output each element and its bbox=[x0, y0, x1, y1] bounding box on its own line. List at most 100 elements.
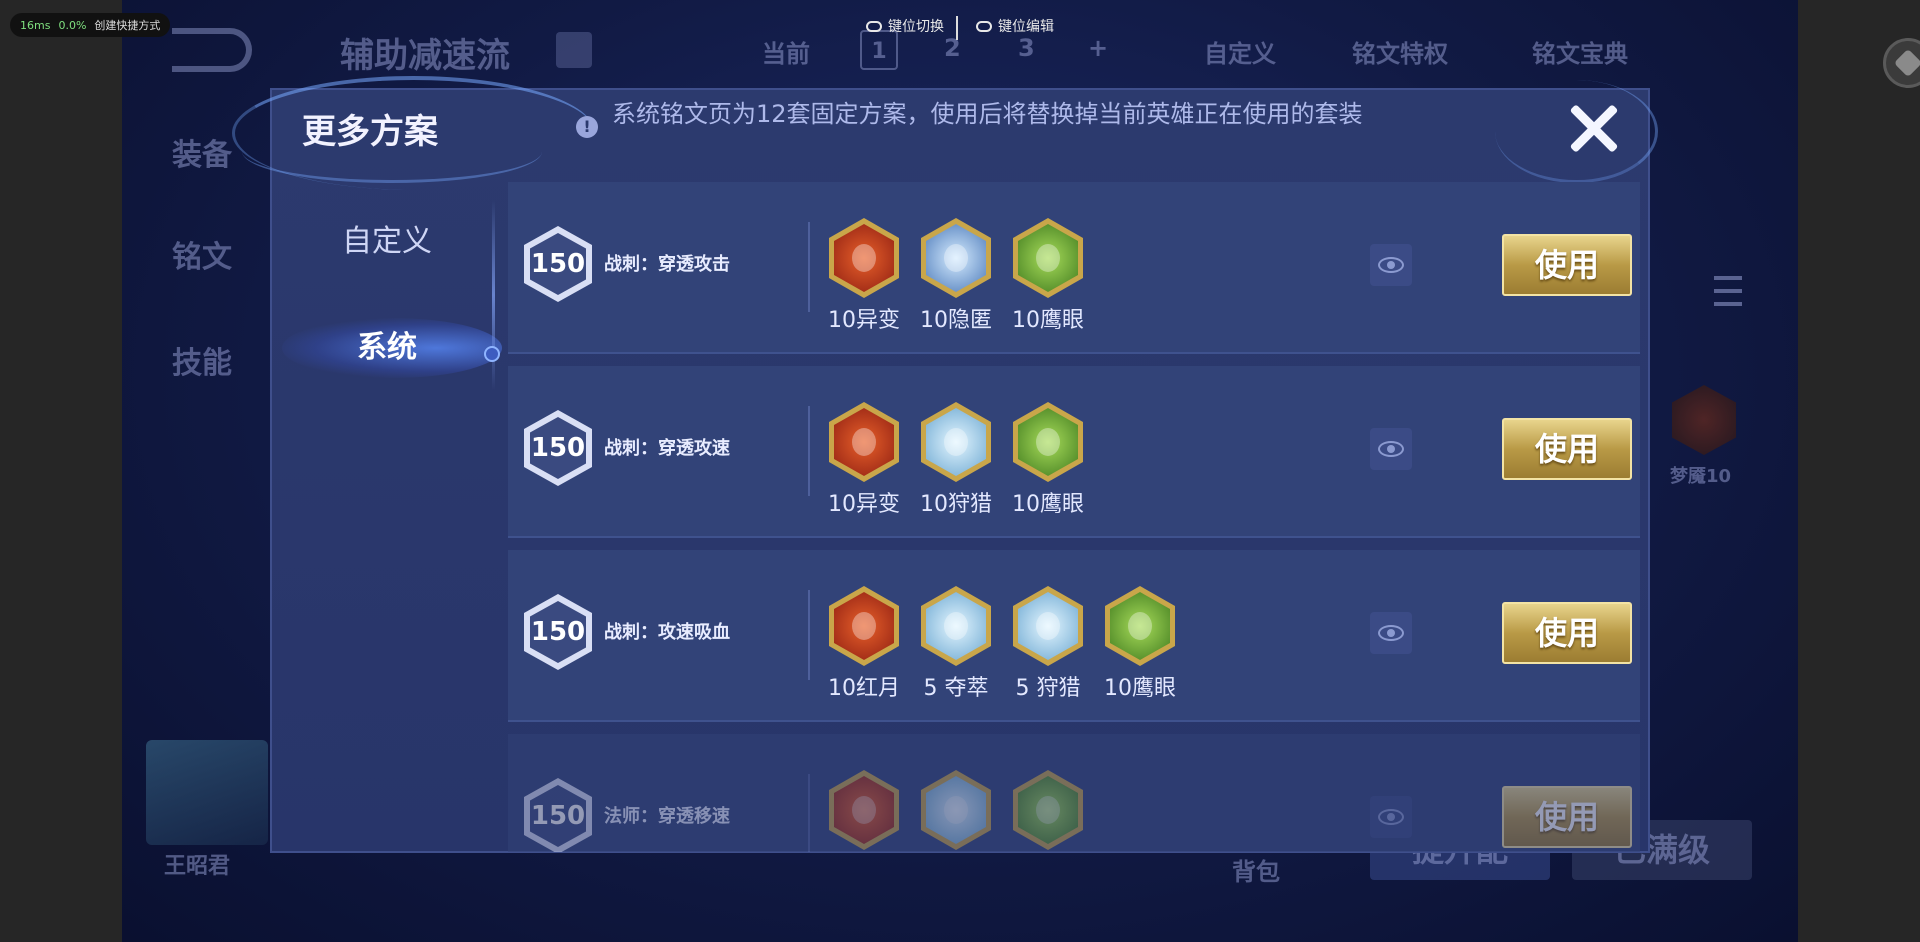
gamepad-icon bbox=[866, 20, 882, 32]
close-button[interactable] bbox=[1566, 100, 1622, 156]
preview-eye-icon[interactable] bbox=[1370, 612, 1412, 654]
rune-icon bbox=[1013, 586, 1083, 666]
use-button[interactable]: 使用 bbox=[1502, 786, 1632, 848]
background-page-1[interactable]: 1 bbox=[860, 30, 898, 70]
rune-item bbox=[918, 770, 994, 850]
rune-icon bbox=[921, 586, 991, 666]
rune-icon bbox=[1013, 402, 1083, 482]
rune-label: 5 狩猎 bbox=[1015, 676, 1081, 701]
background-privilege[interactable]: 铭文特权 bbox=[1352, 34, 1448, 69]
perf-ms: 16ms bbox=[20, 18, 51, 32]
plan-name: 法师：穿透移速 bbox=[604, 806, 730, 827]
rune-icon bbox=[1013, 770, 1083, 850]
rune-item: 10鹰眼 bbox=[1010, 218, 1086, 334]
emulator-left-margin bbox=[0, 0, 122, 942]
background-tab-current[interactable]: 当前 bbox=[762, 34, 810, 69]
perf-overlay: 16ms 0.0% 创建快捷方式 bbox=[10, 13, 171, 37]
rune-icon bbox=[829, 586, 899, 666]
rune-label: 10鹰眼 bbox=[1012, 308, 1084, 333]
row-divider bbox=[808, 774, 810, 852]
tab-indicator-dot bbox=[484, 346, 500, 362]
background-page-2[interactable]: 2 bbox=[944, 34, 961, 62]
rune-label: 10异变 bbox=[828, 492, 900, 517]
background-nav-skills[interactable]: 技能 bbox=[172, 338, 232, 382]
rune-item: 5 狩猎 bbox=[1010, 586, 1086, 702]
background-nav-runes[interactable]: 铭文 bbox=[172, 232, 232, 276]
side-rune-icon bbox=[1672, 385, 1736, 455]
perf-pct: 0.0% bbox=[58, 18, 87, 32]
rune-label: 10隐匿 bbox=[920, 308, 992, 333]
hero-portrait[interactable] bbox=[146, 740, 268, 845]
dialog-title: 更多方案 bbox=[302, 112, 438, 152]
rune-item: 10鹰眼 bbox=[1010, 402, 1086, 518]
rune-item: 10异变 bbox=[826, 402, 902, 518]
rune-label: 10狩猎 bbox=[920, 492, 992, 517]
plan-list[interactable]: 150 战刺：穿透攻击 10异变 10隐匿 10鹰眼 使用 150 战刺：穿透攻… bbox=[508, 182, 1640, 852]
rune-item bbox=[1010, 770, 1086, 850]
plan-row: 150 战刺：穿透攻击 10异变 10隐匿 10鹰眼 使用 bbox=[508, 182, 1640, 354]
rune-label: 10红月 bbox=[828, 676, 900, 701]
background-codex[interactable]: 铭文宝典 bbox=[1532, 34, 1628, 69]
plan-row: 150 法师：穿透移速 使用 bbox=[508, 734, 1640, 852]
rune-icon bbox=[829, 402, 899, 482]
key-switch-button[interactable]: 键位切换 bbox=[866, 16, 944, 36]
rune-list bbox=[826, 770, 1086, 850]
rune-item: 10鹰眼 bbox=[1102, 586, 1178, 702]
menu-icon[interactable] bbox=[1714, 276, 1742, 306]
rune-label: 10鹰眼 bbox=[1104, 676, 1176, 701]
rune-item bbox=[826, 770, 902, 850]
plan-row: 150 战刺：穿透攻速 10异变 10狩猎 10鹰眼 使用 bbox=[508, 366, 1640, 538]
dialog-notice: 系统铭文页为12套固定方案，使用后将替换掉当前英雄正在使用的套装 bbox=[612, 100, 1363, 128]
plan-name: 战刺：穿透攻击 bbox=[604, 254, 730, 275]
rune-label: 5 夺萃 bbox=[923, 676, 989, 701]
row-divider bbox=[808, 406, 810, 496]
rune-label: 10鹰眼 bbox=[1012, 492, 1084, 517]
grid-icon[interactable] bbox=[556, 32, 592, 68]
rune-icon bbox=[829, 770, 899, 850]
background-custom[interactable]: 自定义 bbox=[1204, 34, 1276, 69]
rune-item: 10红月 bbox=[826, 586, 902, 702]
shortcut-link[interactable]: 创建快捷方式 bbox=[94, 17, 160, 33]
rune-icon bbox=[1105, 586, 1175, 666]
rune-icon bbox=[921, 402, 991, 482]
key-switch-label: 键位切换 bbox=[888, 19, 944, 35]
tab-custom[interactable]: 自定义 bbox=[272, 202, 502, 282]
rune-label: 10异变 bbox=[828, 308, 900, 333]
use-button[interactable]: 使用 bbox=[1502, 234, 1632, 296]
preview-eye-icon[interactable] bbox=[1370, 796, 1412, 838]
rune-icon bbox=[829, 218, 899, 298]
use-button[interactable]: 使用 bbox=[1502, 418, 1632, 480]
top-separator bbox=[956, 16, 958, 40]
dialog-header: 更多方案 ! 系统铭文页为12套固定方案，使用后将替换掉当前英雄正在使用的套装 bbox=[232, 76, 1658, 190]
background-page-title: 辅助减速流 bbox=[340, 36, 510, 76]
plan-name: 战刺：攻速吸血 bbox=[604, 622, 730, 643]
info-icon: ! bbox=[576, 116, 598, 138]
tab-system[interactable]: 系统 bbox=[272, 308, 502, 388]
back-arrow-icon[interactable] bbox=[172, 28, 252, 72]
background-add-page[interactable]: + bbox=[1088, 34, 1108, 62]
gear-icon bbox=[1893, 48, 1920, 78]
rune-list: 10异变 10狩猎 10鹰眼 bbox=[826, 402, 1086, 518]
row-divider bbox=[808, 590, 810, 680]
key-edit-button[interactable]: 键位编辑 bbox=[976, 16, 1054, 36]
row-divider bbox=[808, 222, 810, 312]
rune-item: 10狩猎 bbox=[918, 402, 994, 518]
use-button[interactable]: 使用 bbox=[1502, 602, 1632, 664]
rune-icon bbox=[1013, 218, 1083, 298]
emulator-right-margin bbox=[1798, 0, 1920, 942]
tab-label: 自定义 bbox=[342, 224, 432, 259]
plan-name: 战刺：穿透攻速 bbox=[604, 438, 730, 459]
rune-item: 5 夺萃 bbox=[918, 586, 994, 702]
rune-icon bbox=[921, 218, 991, 298]
background-bag[interactable]: 背包 bbox=[1232, 852, 1280, 887]
background-nav-equipment[interactable]: 装备 bbox=[172, 130, 232, 174]
hero-name: 王昭君 bbox=[164, 854, 231, 879]
rune-item: 10异变 bbox=[826, 218, 902, 334]
more-plans-dialog: 更多方案 ! 系统铭文页为12套固定方案，使用后将替换掉当前英雄正在使用的套装 … bbox=[232, 76, 1658, 853]
rune-list: 10异变 10隐匿 10鹰眼 bbox=[826, 218, 1086, 334]
rune-icon bbox=[921, 770, 991, 850]
preview-eye-icon[interactable] bbox=[1370, 244, 1412, 286]
preview-eye-icon[interactable] bbox=[1370, 428, 1412, 470]
side-rune-label: 梦魇10 bbox=[1670, 466, 1732, 487]
background-page-3[interactable]: 3 bbox=[1018, 34, 1035, 62]
